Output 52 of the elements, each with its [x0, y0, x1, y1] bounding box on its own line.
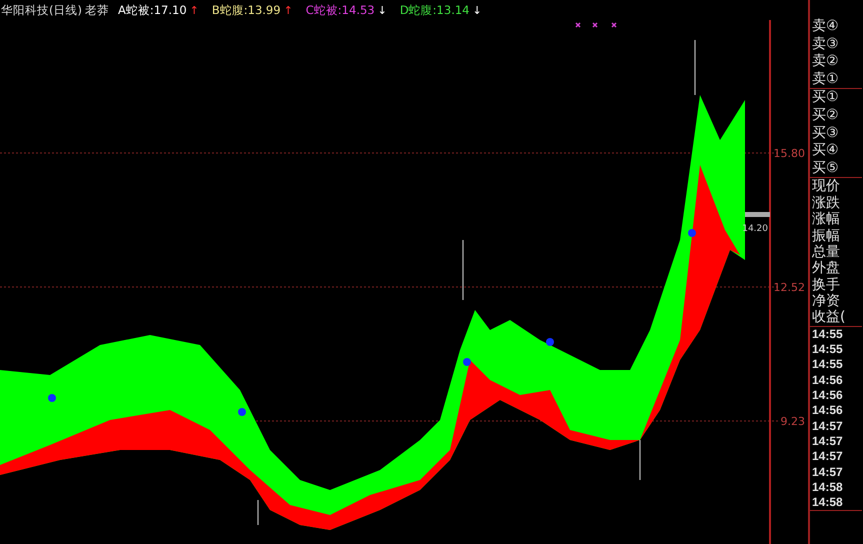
- quote-field-label: 换手: [811, 276, 841, 294]
- order-level-label: 卖②: [811, 53, 840, 71]
- price-axis-label: 9.23: [780, 415, 805, 428]
- order-level-label: 买③: [811, 124, 840, 142]
- quote-field-label: 外盘: [811, 260, 841, 277]
- order-level-label: 卖①: [811, 70, 840, 88]
- marker-dot: [48, 394, 56, 402]
- trade-time: 14:56: [811, 372, 844, 388]
- trade-time: 14:57: [811, 464, 844, 480]
- order-level-label: 卖④: [811, 18, 840, 36]
- trade-time: 14:57: [811, 434, 844, 450]
- order-level-label: 买②: [811, 106, 840, 125]
- order-level-label: 买⑤: [811, 160, 840, 178]
- indicator-name: 老莽: [84, 2, 109, 18]
- cross-mark-icon: [592, 22, 598, 28]
- quote-field-label: 总量: [811, 244, 841, 260]
- arrow-icon: ↑: [190, 4, 199, 16]
- trade-time: 14:55: [811, 342, 844, 358]
- marker-dot: [463, 358, 471, 366]
- trade-time: 14:58: [811, 495, 844, 510]
- quote-field-label: 收益(: [811, 309, 846, 326]
- order-level-label: 卖③: [811, 36, 840, 54]
- arrow-icon: ↓: [472, 4, 482, 16]
- cross-mark-icon: [611, 22, 617, 28]
- price-axis-label: 15.80: [774, 147, 805, 160]
- legend-value: D蛇腹:13.14: [400, 2, 470, 18]
- quote-field-label: 涨幅: [811, 211, 841, 228]
- last-price-bar: [745, 212, 770, 217]
- quote-field-label: 净资: [811, 293, 841, 310]
- trade-time: 14:55: [811, 357, 844, 373]
- order-level-label: 买①: [811, 89, 840, 107]
- trade-time: 14:55: [811, 326, 844, 342]
- trade-time: 14:56: [811, 403, 844, 419]
- arrow-icon: ↓: [378, 4, 387, 16]
- legend-value: C蛇被:14.53: [306, 2, 375, 18]
- trade-time: 14:57: [811, 418, 844, 434]
- legend-value: A蛇被:17.10: [118, 2, 187, 18]
- stock-title: 华阳科技(日线): [1, 2, 82, 18]
- marker-dot: [238, 408, 246, 416]
- cross-mark-icon: [575, 22, 581, 28]
- trade-time: 14:58: [811, 480, 844, 496]
- trade-time: 14:57: [811, 449, 844, 465]
- arrow-icon: ↑: [284, 4, 293, 16]
- legend-value: B蛇腹:13.99: [212, 2, 281, 18]
- quote-field-label: 涨跌: [811, 194, 841, 212]
- price-axis-label: 12.52: [774, 281, 805, 294]
- trade-time: 14:56: [811, 388, 844, 404]
- marker-dot: [546, 338, 554, 346]
- order-level-label: 买④: [811, 142, 840, 160]
- quote-field-label: 现价: [811, 178, 841, 195]
- quote-field-label: 振幅: [811, 228, 841, 244]
- marker-dot: [688, 229, 696, 237]
